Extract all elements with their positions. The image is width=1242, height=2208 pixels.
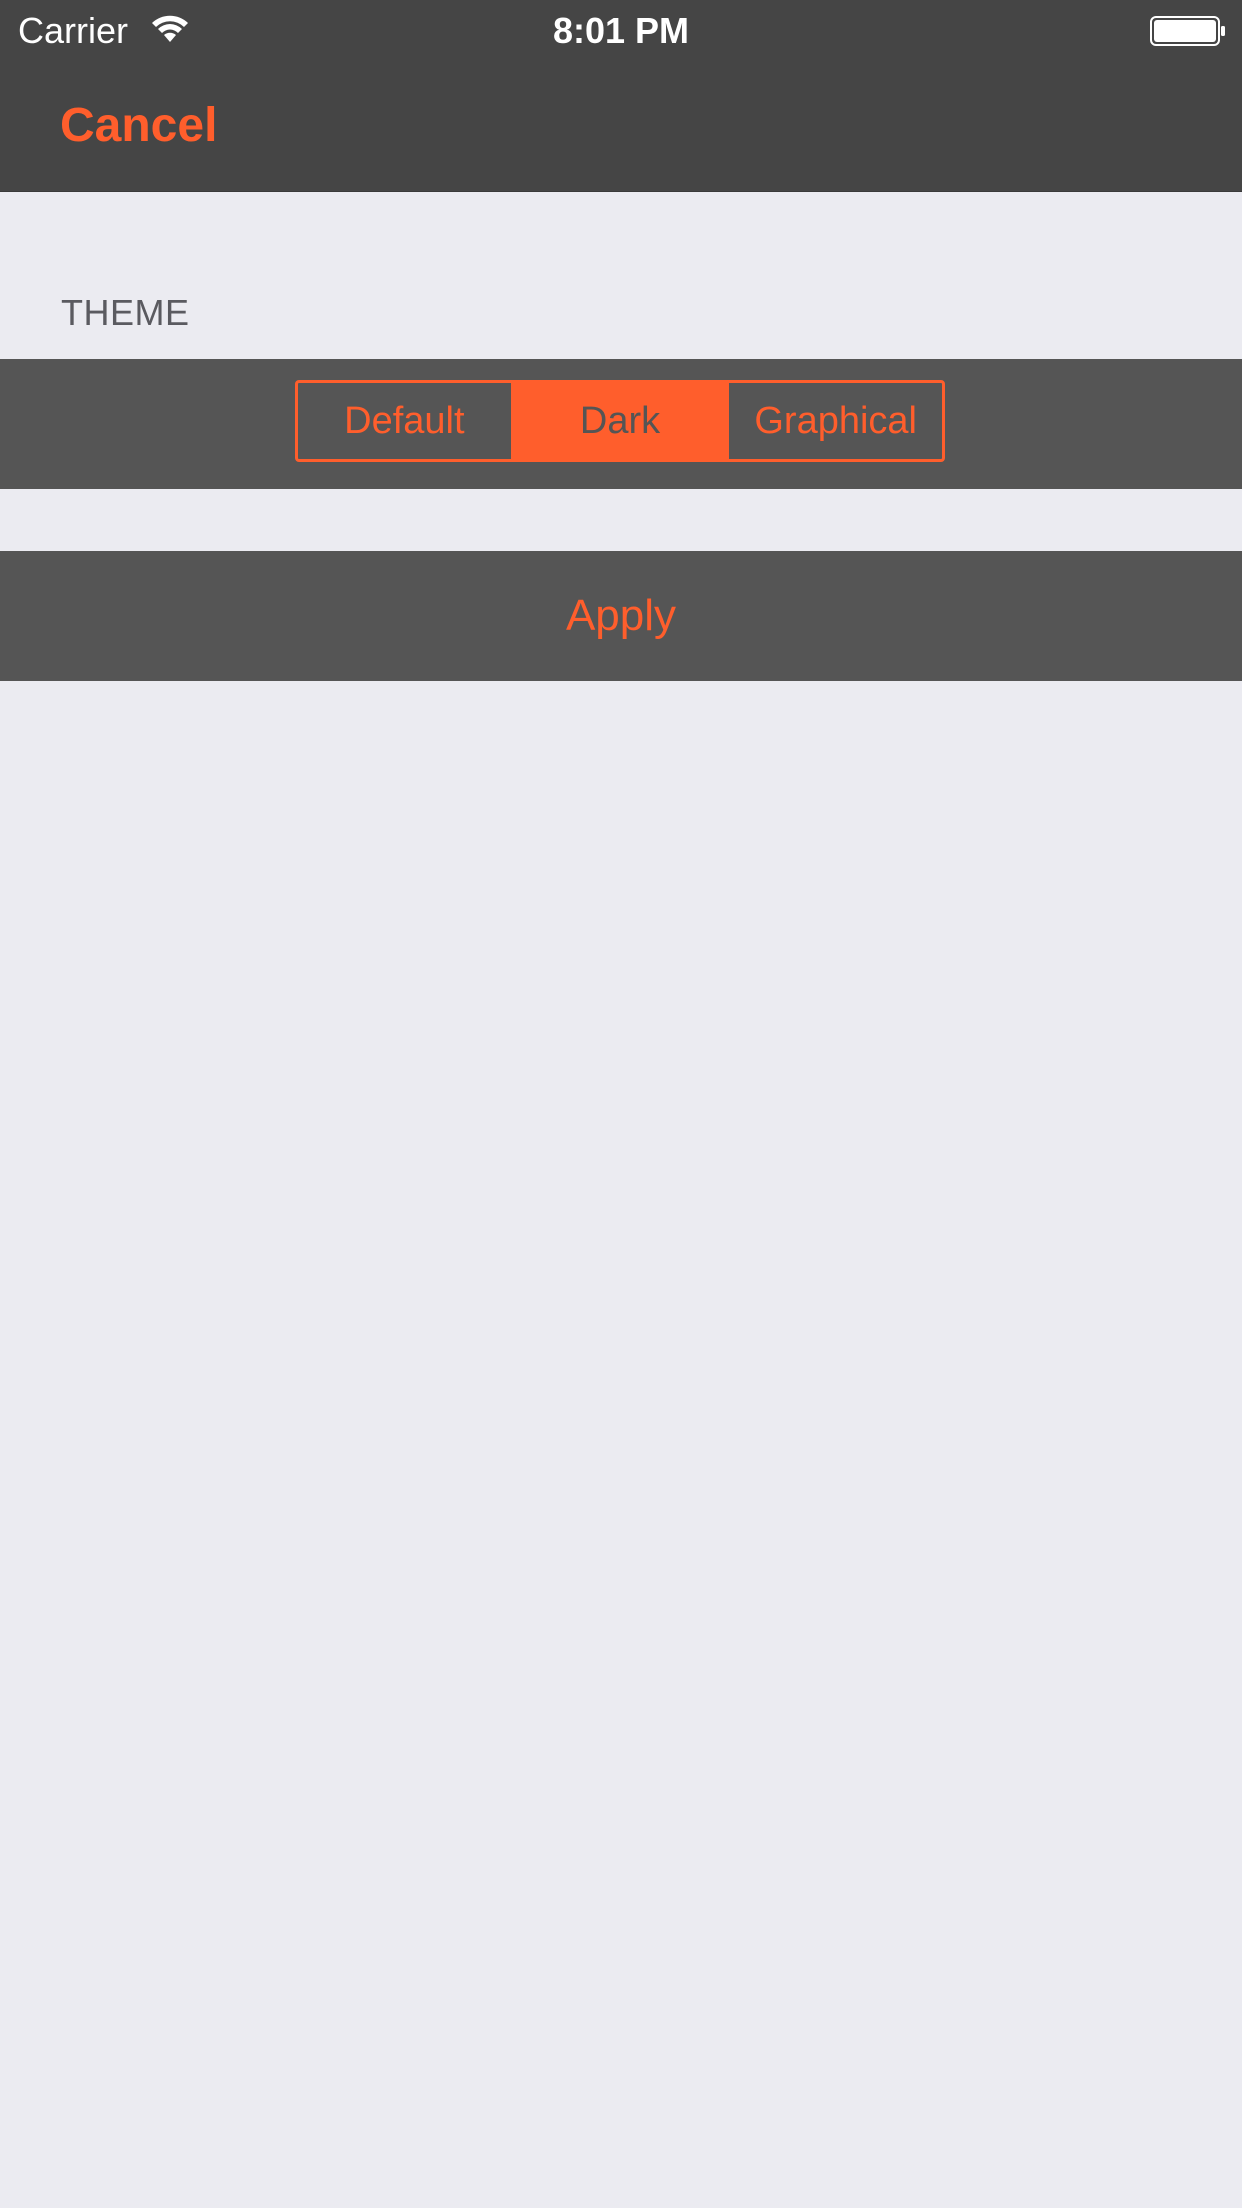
segment-graphical[interactable]: Graphical xyxy=(726,383,942,459)
theme-cell: Default Dark Graphical xyxy=(0,359,1242,489)
apply-button[interactable]: Apply xyxy=(0,551,1242,681)
segment-dark[interactable]: Dark xyxy=(510,383,727,459)
cancel-button[interactable]: Cancel xyxy=(60,98,217,154)
status-time: 8:01 PM xyxy=(552,10,690,51)
theme-section-header: THEME xyxy=(61,292,190,333)
status-bar: Carrier 8:01 PM xyxy=(0,0,1242,62)
battery-icon xyxy=(1150,16,1225,46)
theme-segmented-control[interactable]: Default Dark Graphical xyxy=(295,380,945,462)
apply-label: Apply xyxy=(565,591,677,640)
navigation-bar: Cancel xyxy=(0,62,1242,192)
segment-default[interactable]: Default xyxy=(298,383,511,459)
